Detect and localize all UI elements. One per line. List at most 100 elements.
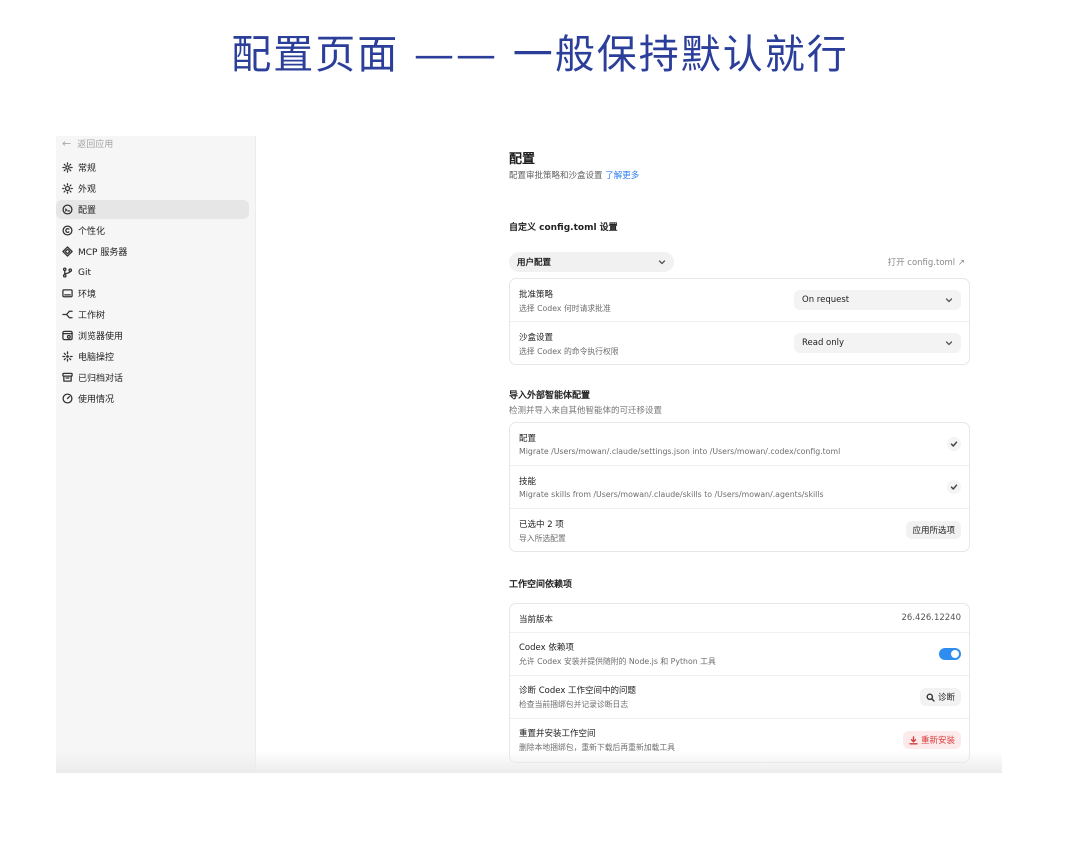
search-icon xyxy=(926,693,935,702)
sidebar-item-mcp[interactable]: MCP 服务器 xyxy=(56,242,249,261)
slide-title: 配置页面 —— 一般保持默认就行 xyxy=(231,32,849,78)
browser-icon xyxy=(61,330,73,342)
diagnose-button[interactable]: 诊断 xyxy=(919,688,961,706)
chevron-down-icon xyxy=(657,258,666,267)
sidebar-item-appearance[interactable]: 外观 xyxy=(56,179,249,198)
sidebar-item-general[interactable]: 常规 xyxy=(56,158,249,177)
row-label: 诊断 Codex 工作空间中的问题 xyxy=(519,686,637,696)
import-skills-checkbox[interactable] xyxy=(947,480,961,494)
mcp-icon xyxy=(61,246,73,258)
settings-window: ← 返回应用 常规 外观 配置 个性化 MCP 服务器 Git 环境 工作树 浏… xyxy=(56,136,1002,773)
reinstall-button[interactable]: 重新安装 xyxy=(902,731,961,749)
diagnose-row: 诊断 Codex 工作空间中的问题 检查当前捆绑包并记录诊断日志 诊断 xyxy=(510,676,969,719)
sidebar-item-environment[interactable]: 环境 xyxy=(56,284,249,303)
selected-desc: 导入所选配置 xyxy=(519,534,566,543)
chevron-down-icon xyxy=(944,339,953,348)
check-icon xyxy=(950,441,958,447)
select-value: On request xyxy=(802,295,850,305)
personalize-icon xyxy=(61,225,73,237)
sidebar-item-label: 工作树 xyxy=(78,311,106,321)
sidebar-item-computer-control[interactable]: 电脑操控 xyxy=(56,347,249,366)
learn-more-link[interactable]: 了解更多 xyxy=(605,171,639,181)
profile-select-value: 用户配置 xyxy=(517,258,552,268)
worktree-icon xyxy=(61,309,73,321)
import-subtitle: 检测并导入来自其他智能体的可迁移设置 xyxy=(509,406,663,416)
back-label: 返回应用 xyxy=(77,139,114,150)
sidebar-item-label: 个性化 xyxy=(78,227,106,237)
sidebar-item-label: 电脑操控 xyxy=(78,353,115,363)
open-config-link[interactable]: 打开 config.toml ↗ xyxy=(888,256,965,268)
sidebar-item-usage[interactable]: 使用情况 xyxy=(56,389,249,408)
sidebar-item-archived[interactable]: 已归档对话 xyxy=(56,368,249,387)
toggle-knob xyxy=(951,650,959,658)
sidebar-item-git[interactable]: Git xyxy=(56,263,249,282)
sidebar-item-personalize[interactable]: 个性化 xyxy=(56,221,249,240)
row-label: 技能 xyxy=(519,477,537,487)
page-subtitle: 配置审批策略和沙盒设置 了解更多 xyxy=(509,169,639,181)
workspace-title: 工作空间依赖项 xyxy=(509,580,573,590)
sidebar-item-label: Git xyxy=(78,267,92,278)
row-desc: Migrate skills from /Users/mowan/.claude… xyxy=(519,490,824,499)
gauge-icon xyxy=(61,393,73,405)
sidebar-item-label: 常规 xyxy=(78,164,97,174)
sidebar-item-worktree[interactable]: 工作树 xyxy=(56,305,249,324)
row-desc: 允许 Codex 安装并提供随附的 Node.js 和 Python 工具 xyxy=(519,657,716,666)
diagnose-button-label: 诊断 xyxy=(937,693,955,703)
profile-select[interactable]: 用户配置 xyxy=(509,252,674,272)
row-label: 重置并安装工作空间 xyxy=(519,729,596,739)
archive-icon xyxy=(61,372,73,384)
codex-deps-toggle[interactable] xyxy=(939,648,961,660)
download-icon xyxy=(909,735,918,745)
config-icon xyxy=(61,204,73,216)
git-branch-icon xyxy=(61,267,73,279)
sidebar-item-label: MCP 服务器 xyxy=(78,248,128,258)
import-skills-row: 技能 Migrate skills from /Users/mowan/.cla… xyxy=(510,466,969,509)
import-card: 配置 Migrate /Users/mowan/.claude/settings… xyxy=(509,422,970,552)
row-label: 批准策略 xyxy=(519,290,554,300)
import-apply-row: 已选中 2 项 导入所选配置 应用所选项 xyxy=(510,509,969,551)
check-icon xyxy=(950,484,958,490)
version-row: 当前版本 26.426.12240 xyxy=(510,604,969,633)
selected-count: 已选中 2 项 xyxy=(519,520,564,530)
gear-icon xyxy=(61,162,73,174)
workspace-card: 当前版本 26.426.12240 Codex 依赖项 允许 Codex 安装并… xyxy=(509,603,970,763)
codex-deps-row: Codex 依赖项 允许 Codex 安装并提供随附的 Node.js 和 Py… xyxy=(510,633,969,676)
sandbox-select[interactable]: Read only xyxy=(794,333,961,353)
import-config-row: 配置 Migrate /Users/mowan/.claude/settings… xyxy=(510,423,969,466)
sidebar-item-label: 外观 xyxy=(78,185,97,195)
import-title: 导入外部智能体配置 xyxy=(509,391,591,401)
sparkle-icon xyxy=(61,351,73,363)
sidebar: ← 返回应用 常规 外观 配置 个性化 MCP 服务器 Git 环境 工作树 浏… xyxy=(56,136,256,773)
version-value: 26.426.12240 xyxy=(901,613,961,623)
sidebar-item-label: 已归档对话 xyxy=(78,374,124,384)
monitor-icon xyxy=(61,288,73,300)
row-label: Codex 依赖项 xyxy=(519,643,574,653)
page-subtitle-text: 配置审批策略和沙盒设置 xyxy=(509,171,603,181)
row-desc: 选择 Codex 何时请求批准 xyxy=(519,304,611,313)
back-arrow-icon: ← xyxy=(62,136,72,150)
window-bottom-fade xyxy=(56,751,1002,773)
sun-icon xyxy=(61,183,73,195)
reinstall-button-label: 重新安装 xyxy=(920,736,955,746)
sidebar-nav: 常规 外观 配置 个性化 MCP 服务器 Git 环境 工作树 浏览器使用 电脑… xyxy=(56,158,255,410)
row-label: 沙盒设置 xyxy=(519,333,554,343)
row-desc: 检查当前捆绑包并记录诊断日志 xyxy=(519,700,629,709)
sidebar-item-label: 使用情况 xyxy=(78,395,115,405)
select-value: Read only xyxy=(802,338,845,348)
apply-selected-button[interactable]: 应用所选项 xyxy=(906,521,961,539)
row-label: 配置 xyxy=(519,434,537,444)
custom-config-title: 自定义 config.toml 设置 xyxy=(509,223,618,233)
page-title: 配置 xyxy=(509,152,536,167)
sidebar-item-browser[interactable]: 浏览器使用 xyxy=(56,326,249,345)
policy-card: 批准策略 选择 Codex 何时请求批准 On request 沙盒设置 选择 … xyxy=(509,278,970,365)
row-label: 当前版本 xyxy=(519,615,554,625)
sidebar-item-label: 浏览器使用 xyxy=(78,332,124,342)
sidebar-item-label: 环境 xyxy=(78,290,97,300)
approval-policy-select[interactable]: On request xyxy=(794,290,961,310)
import-config-checkbox[interactable] xyxy=(947,437,961,451)
sandbox-row: 沙盒设置 选择 Codex 的命令执行权限 Read only xyxy=(510,322,969,365)
sidebar-item-config[interactable]: 配置 xyxy=(56,200,249,219)
back-to-app-link[interactable]: ← 返回应用 xyxy=(62,136,113,150)
sidebar-item-label: 配置 xyxy=(78,206,97,216)
row-desc: 选择 Codex 的命令执行权限 xyxy=(519,347,619,356)
